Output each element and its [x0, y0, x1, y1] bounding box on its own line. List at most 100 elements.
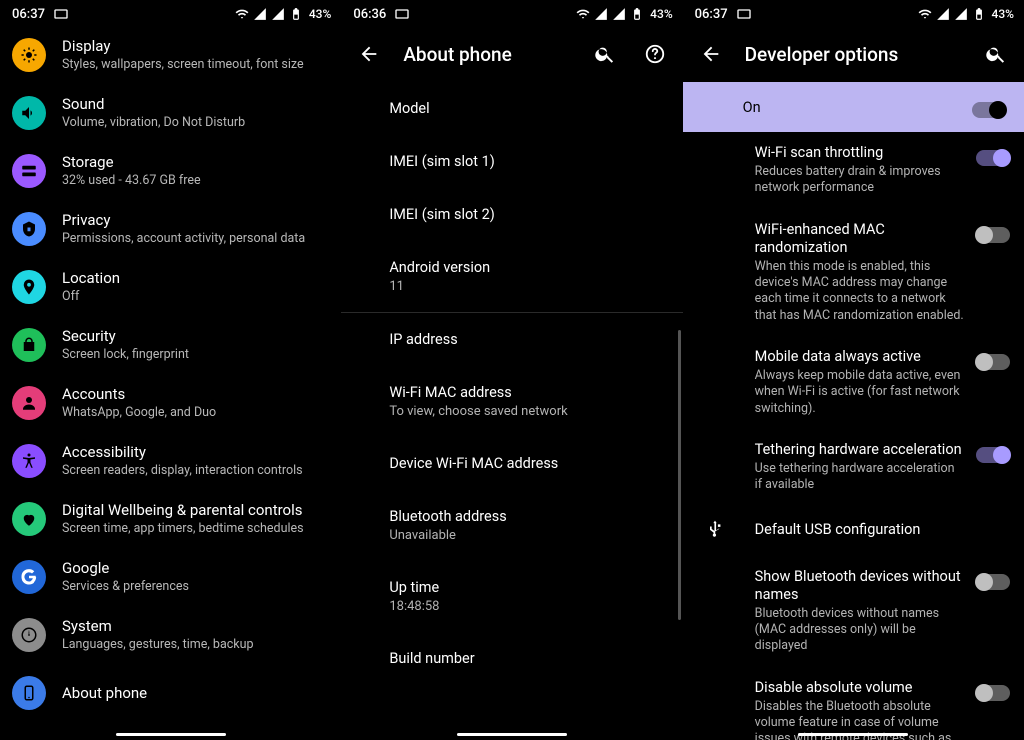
screen-settings: 06:37 43% DisplayStyles, wallpapers, scr…	[0, 0, 341, 740]
recent-apps-icon	[736, 6, 752, 22]
dev-item-title: Mobile data always active	[755, 348, 964, 366]
settings-item-wellbeing[interactable]: Digital Wellbeing & parental controlsScr…	[0, 490, 341, 548]
about-item-title: IMEI (sim slot 1)	[389, 153, 668, 170]
settings-item-title: Storage	[62, 153, 201, 171]
dev-item-subtitle: When this mode is enabled, this device's…	[755, 259, 964, 324]
developer-options-list: Wi-Fi scan throttlingReduces battery dra…	[683, 132, 1024, 740]
settings-item-title: Sound	[62, 95, 245, 113]
dev-item-icon-slot	[699, 517, 731, 539]
search-button[interactable]	[980, 38, 1012, 70]
about-item-title: IMEI (sim slot 2)	[389, 206, 668, 223]
toggle-switch[interactable]	[976, 574, 1010, 590]
dev-option-item[interactable]: Tethering hardware accelerationUse tethe…	[683, 429, 1024, 506]
wifi-icon	[918, 7, 932, 21]
about-item[interactable]: Up time18:48:58	[389, 561, 668, 632]
app-bar: Developer options	[683, 26, 1024, 82]
about-item[interactable]: IP address	[389, 313, 668, 366]
settings-item-location[interactable]: Location Off	[0, 258, 341, 316]
master-toggle[interactable]	[972, 102, 1006, 118]
settings-item-title: Location	[62, 269, 120, 287]
settings-item-subtitle: Volume, vibration, Do Not Disturb	[62, 115, 245, 131]
dev-option-item[interactable]: Default USB configuration	[683, 505, 1024, 555]
settings-item-subtitle: Styles, wallpapers, screen timeout, font…	[62, 57, 304, 73]
gesture-nav-bar[interactable]	[341, 733, 682, 737]
back-button[interactable]	[353, 38, 385, 70]
privacy-icon	[12, 212, 46, 246]
settings-item-accounts[interactable]: AccountsWhatsApp, Google, and Duo	[0, 374, 341, 432]
about-item-title: Device Wi-Fi MAC address	[389, 455, 668, 472]
dev-option-item[interactable]: Mobile data always activeAlways keep mob…	[683, 336, 1024, 429]
about-item-title: Bluetooth address	[389, 508, 668, 525]
about-item[interactable]: IMEI (sim slot 2)	[389, 188, 668, 241]
dev-item-subtitle: Bluetooth devices without names (MAC add…	[755, 606, 964, 655]
dev-item-title: Disable absolute volume	[755, 679, 964, 697]
settings-item-storage[interactable]: Storage32% used - 43.67 GB free	[0, 142, 341, 200]
about-item-title: Up time	[389, 579, 668, 596]
settings-item-display[interactable]: Display Styles, wallpapers, screen timeou…	[0, 26, 341, 84]
toggle-switch[interactable]	[976, 227, 1010, 243]
dev-option-item[interactable]: Show Bluetooth devices without namesBlue…	[683, 556, 1024, 667]
gesture-nav-bar[interactable]	[0, 733, 341, 737]
settings-item-google[interactable]: GoogleServices & preferences	[0, 548, 341, 606]
settings-item-security[interactable]: SecurityScreen lock, fingerprint	[0, 316, 341, 374]
dev-item-title: WiFi-enhanced MAC randomization	[755, 221, 964, 257]
master-toggle-label: On	[743, 99, 761, 116]
about-icon	[12, 676, 46, 710]
app-bar: About phone	[341, 26, 682, 82]
toggle-switch[interactable]	[976, 354, 1010, 370]
settings-item-privacy[interactable]: PrivacyPermissions, account activity, pe…	[0, 200, 341, 258]
battery-percent: 43%	[650, 7, 672, 21]
dev-option-item[interactable]: WiFi-enhanced MAC randomizationWhen this…	[683, 209, 1024, 336]
settings-item-title: Accessibility	[62, 443, 303, 461]
toggle-switch[interactable]	[976, 447, 1010, 463]
about-item[interactable]: Bluetooth addressUnavailable	[389, 490, 668, 561]
settings-item-subtitle: Screen readers, display, interaction con…	[62, 463, 303, 479]
dev-item-icon-slot	[699, 144, 731, 146]
google-icon	[12, 560, 46, 594]
toggle-switch[interactable]	[976, 685, 1010, 701]
screen-developer-options: 06:37 43% Developer options On Wi-Fi sca…	[683, 0, 1024, 740]
recent-apps-icon	[53, 6, 69, 22]
settings-item-subtitle: Screen lock, fingerprint	[62, 347, 189, 363]
about-item-title: Wi-Fi MAC address	[389, 384, 668, 401]
settings-item-accessibility[interactable]: Accessibility Screen readers, display, in…	[0, 432, 341, 490]
settings-item-sound[interactable]: Sound Volume, vibration, Do Not Disturb	[0, 84, 341, 142]
gesture-nav-bar[interactable]	[683, 733, 1024, 737]
about-item-title: Model	[389, 100, 668, 117]
status-time: 06:37	[695, 7, 728, 22]
about-list: Model IMEI (sim slot 1) IMEI (sim slot 2) A…	[341, 82, 682, 685]
screen-about-phone: 06:36 43% About phone ModelIMEI (sim slo…	[341, 0, 682, 740]
help-button[interactable]	[639, 38, 671, 70]
settings-item-subtitle: Off	[62, 289, 120, 305]
search-button[interactable]	[589, 38, 621, 70]
about-item[interactable]: Model	[389, 82, 668, 135]
accounts-icon	[12, 386, 46, 420]
settings-item-subtitle: Services & preferences	[62, 579, 189, 595]
back-button[interactable]	[695, 38, 727, 70]
toggle-switch[interactable]	[976, 150, 1010, 166]
dev-item-icon-slot	[699, 679, 731, 681]
recent-apps-icon	[394, 6, 410, 22]
about-item[interactable]: IMEI (sim slot 1)	[389, 135, 668, 188]
dev-option-item[interactable]: Disable absolute volumeDisables the Blue…	[683, 667, 1024, 740]
about-item[interactable]: Build number	[389, 632, 668, 685]
settings-item-about[interactable]: About phone	[0, 664, 341, 722]
accessibility-icon	[12, 444, 46, 478]
settings-item-title: About phone	[62, 684, 147, 702]
master-toggle-row[interactable]: On	[683, 82, 1024, 132]
dev-item-title: Default USB configuration	[755, 517, 1010, 543]
settings-item-system[interactable]: SystemLanguages, gestures, time, backup	[0, 606, 341, 664]
about-item[interactable]: Android version11	[389, 241, 668, 312]
battery-percent: 43%	[309, 7, 331, 21]
about-item-title: Build number	[389, 650, 668, 667]
dev-item-title: Show Bluetooth devices without names	[755, 568, 964, 604]
dev-item-title: Tethering hardware acceleration	[755, 441, 964, 459]
signal-icon	[954, 7, 968, 21]
storage-icon	[12, 154, 46, 188]
about-item[interactable]: Wi-Fi MAC addressTo view, choose saved n…	[389, 366, 668, 437]
scroll-indicator[interactable]	[678, 330, 681, 620]
status-bar: 06:37 43%	[683, 0, 1024, 26]
settings-item-title: Display	[62, 37, 304, 55]
dev-option-item[interactable]: Wi-Fi scan throttlingReduces battery dra…	[683, 132, 1024, 209]
about-item[interactable]: Device Wi-Fi MAC address	[389, 437, 668, 490]
